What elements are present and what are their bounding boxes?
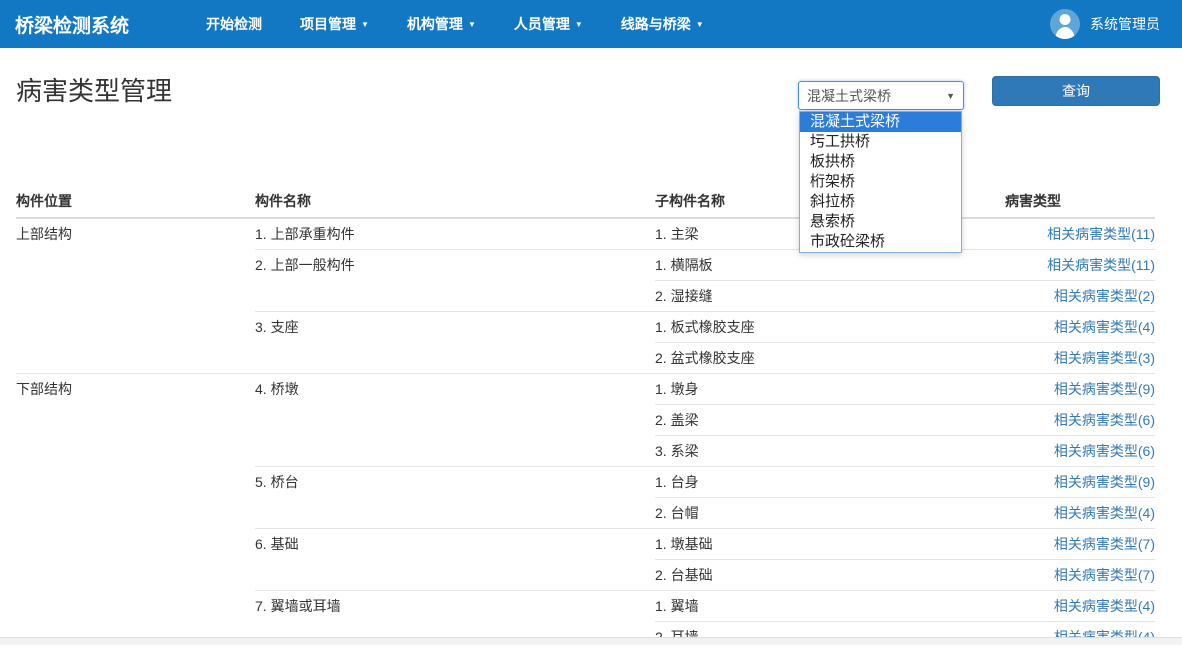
position-cell: 下部结构 [16, 374, 255, 652]
subcomponent-cell: 2. 盖梁 [655, 405, 1005, 436]
app-brand[interactable]: 桥梁检测系统 [15, 11, 129, 38]
table-row: 下部结构4. 桥墩1. 墩身相关病害类型(9) [16, 374, 1155, 405]
chevron-down-icon: ▼ [361, 20, 369, 29]
bridge-type-option[interactable]: 板拱桥 [800, 152, 961, 172]
disease-type-link[interactable]: 相关病害类型(7) [1054, 567, 1155, 583]
subcomponent-cell: 2. 台基础 [655, 560, 1005, 591]
subcomponent-cell: 1. 横隔板 [655, 250, 1005, 281]
disease-type-cell: 相关病害类型(11) [1005, 250, 1155, 281]
disease-type-cell: 相关病害类型(4) [1005, 591, 1155, 622]
query-button[interactable]: 查询 [992, 76, 1160, 106]
bridge-type-select-wrap: 混凝土式梁桥 ▼ 混凝土式梁桥圬工拱桥板拱桥桁架桥斜拉桥悬索桥市政砼梁桥 [798, 81, 964, 110]
subcomponent-cell: 2. 湿接缝 [655, 281, 1005, 312]
bridge-type-option[interactable]: 混凝土式梁桥 [800, 112, 961, 132]
disease-type-cell: 相关病害类型(9) [1005, 467, 1155, 498]
header-component-position: 构件位置 [16, 185, 255, 218]
chevron-down-icon: ▼ [575, 20, 583, 29]
disease-type-cell: 相关病害类型(3) [1005, 343, 1155, 374]
component-cell: 2. 上部一般构件 [255, 250, 655, 312]
top-navbar: 桥梁检测系统 开始检测项目管理▼机构管理▼人员管理▼线路与桥梁▼ 系统管理员 [0, 0, 1182, 48]
subcomponent-cell: 1. 翼墙 [655, 591, 1005, 622]
disease-type-link[interactable]: 相关病害类型(4) [1054, 598, 1155, 614]
disease-type-cell: 相关病害类型(4) [1005, 498, 1155, 529]
disease-type-cell: 相关病害类型(4) [1005, 312, 1155, 343]
disease-type-link[interactable]: 相关病害类型(3) [1054, 350, 1155, 366]
nav-item-start-inspection[interactable]: 开始检测 [187, 16, 281, 32]
select-caret-icon: ▼ [946, 91, 955, 101]
nav-item-lines-bridges[interactable]: 线路与桥梁▼ [602, 16, 723, 32]
bridge-type-select[interactable]: 混凝土式梁桥 ▼ [798, 81, 964, 110]
page-title: 病害类型管理 [16, 76, 172, 106]
chevron-down-icon: ▼ [696, 20, 704, 29]
main-menu: 开始检测项目管理▼机构管理▼人员管理▼线路与桥梁▼ [187, 14, 723, 34]
disease-type-cell: 相关病害类型(6) [1005, 436, 1155, 467]
table-row: 上部结构1. 上部承重构件1. 主梁相关病害类型(11) [16, 218, 1155, 250]
disease-type-link[interactable]: 相关病害类型(2) [1054, 288, 1155, 304]
bridge-type-selected-value: 混凝土式梁桥 [807, 86, 891, 106]
user-avatar-icon [1050, 9, 1080, 39]
component-cell: 4. 桥墩 [255, 374, 655, 467]
nav-item-personnel-mgmt[interactable]: 人员管理▼ [495, 16, 602, 32]
disease-type-link[interactable]: 相关病害类型(7) [1054, 536, 1155, 552]
bridge-type-option[interactable]: 悬索桥 [800, 212, 961, 232]
disease-type-link[interactable]: 相关病害类型(4) [1054, 319, 1155, 335]
header-component-name: 构件名称 [255, 185, 655, 218]
component-cell: 5. 桥台 [255, 467, 655, 529]
bridge-type-option[interactable]: 市政砼梁桥 [800, 232, 961, 252]
disease-type-link[interactable]: 相关病害类型(11) [1047, 226, 1155, 242]
header-disease-type: 病害类型 [1005, 185, 1155, 218]
nav-item-project-mgmt[interactable]: 项目管理▼ [281, 16, 388, 32]
component-cell: 1. 上部承重构件 [255, 218, 655, 250]
subcomponent-cell: 2. 盆式橡胶支座 [655, 343, 1005, 374]
horizontal-scrollbar[interactable] [0, 637, 1182, 645]
bridge-type-option[interactable]: 圬工拱桥 [800, 132, 961, 152]
page-header: 病害类型管理 混凝土式梁桥 ▼ 混凝土式梁桥圬工拱桥板拱桥桁架桥斜拉桥悬索桥市政… [0, 48, 1182, 110]
subcomponent-cell: 1. 墩身 [655, 374, 1005, 405]
disease-type-cell: 相关病害类型(2) [1005, 281, 1155, 312]
component-cell: 3. 支座 [255, 312, 655, 374]
subcomponent-cell: 2. 台帽 [655, 498, 1005, 529]
disease-type-link[interactable]: 相关病害类型(6) [1054, 412, 1155, 428]
bridge-type-option[interactable]: 桁架桥 [800, 172, 961, 192]
nav-item-org-mgmt[interactable]: 机构管理▼ [388, 16, 495, 32]
subcomponent-cell: 1. 墩基础 [655, 529, 1005, 560]
disease-type-cell: 相关病害类型(7) [1005, 560, 1155, 591]
disease-type-link[interactable]: 相关病害类型(9) [1054, 381, 1155, 397]
disease-type-cell: 相关病害类型(7) [1005, 529, 1155, 560]
disease-type-cell: 相关病害类型(9) [1005, 374, 1155, 405]
subcomponent-cell: 1. 板式橡胶支座 [655, 312, 1005, 343]
disease-type-link[interactable]: 相关病害类型(9) [1054, 474, 1155, 490]
component-cell: 6. 基础 [255, 529, 655, 591]
chevron-down-icon: ▼ [468, 20, 476, 29]
disease-type-link[interactable]: 相关病害类型(11) [1047, 257, 1155, 273]
user-menu[interactable]: 系统管理员 [1050, 9, 1160, 39]
table-header-row: 构件位置 构件名称 子构件名称 病害类型 [16, 185, 1155, 218]
disease-type-link[interactable]: 相关病害类型(6) [1054, 443, 1155, 459]
bridge-type-option[interactable]: 斜拉桥 [800, 192, 961, 212]
bridge-type-listbox: 混凝土式梁桥圬工拱桥板拱桥桁架桥斜拉桥悬索桥市政砼梁桥 [799, 111, 962, 253]
disease-type-table: 构件位置 构件名称 子构件名称 病害类型 上部结构1. 上部承重构件1. 主梁相… [16, 185, 1155, 652]
subcomponent-cell: 1. 台身 [655, 467, 1005, 498]
subcomponent-cell: 3. 系梁 [655, 436, 1005, 467]
disease-type-cell: 相关病害类型(6) [1005, 405, 1155, 436]
user-name-label: 系统管理员 [1090, 14, 1160, 34]
disease-type-cell: 相关病害类型(11) [1005, 218, 1155, 250]
disease-type-link[interactable]: 相关病害类型(4) [1054, 505, 1155, 521]
position-cell: 上部结构 [16, 218, 255, 374]
